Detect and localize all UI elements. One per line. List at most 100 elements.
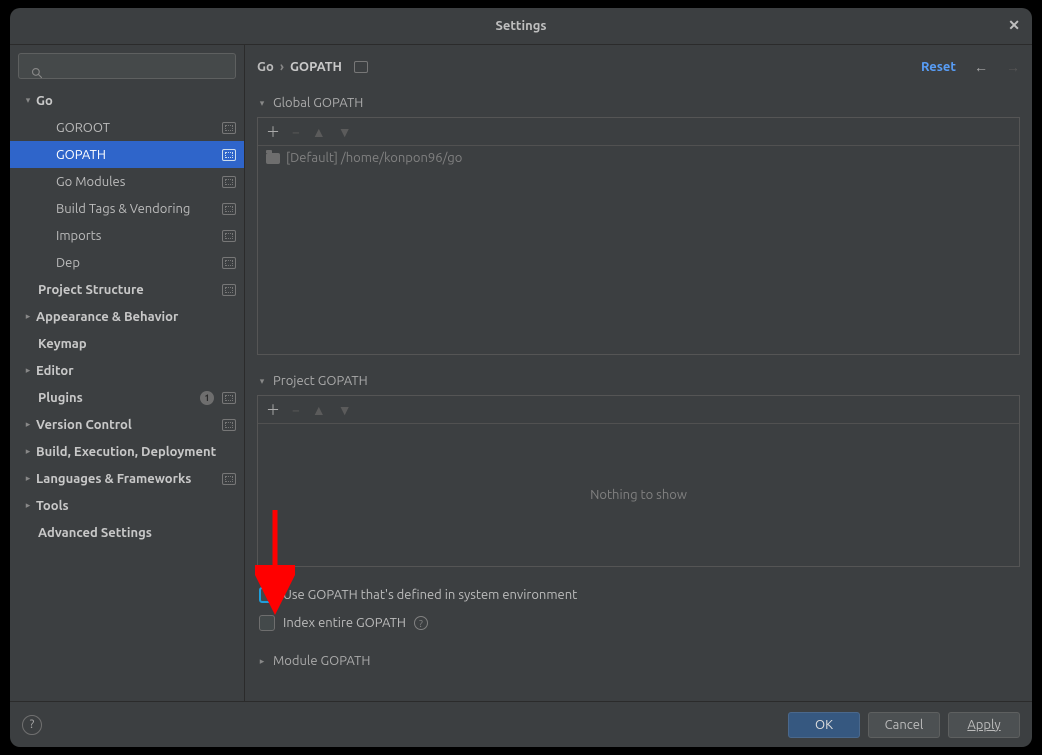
back-icon[interactable]: ← bbox=[974, 59, 988, 75]
project-scope-icon bbox=[354, 61, 368, 73]
tree-item-version-control[interactable]: ▸ Version Control bbox=[10, 411, 244, 438]
section-global-gopath: ▾ Global GOPATH ＋ − ▲ ▼ bbox=[257, 89, 1020, 355]
tree-item-tools[interactable]: ▸ Tools bbox=[10, 492, 244, 519]
project-scope-icon bbox=[222, 230, 236, 242]
tree-label: Version Control bbox=[36, 418, 218, 432]
up-icon: ▲ bbox=[312, 403, 326, 417]
section-title: Global GOPATH bbox=[273, 96, 363, 110]
tree-item-goroot[interactable]: GOROOT bbox=[10, 114, 244, 141]
tree-item-plugins[interactable]: Plugins 1 bbox=[10, 384, 244, 411]
chevron-right-icon: ▸ bbox=[20, 500, 36, 511]
empty-text: Nothing to show bbox=[258, 424, 1019, 566]
forward-icon: → bbox=[1006, 59, 1020, 75]
up-icon: ▲ bbox=[312, 125, 326, 139]
tree-label: Dep bbox=[56, 256, 218, 270]
tree-label: Build Tags & Vendoring bbox=[56, 202, 218, 216]
window-title: Settings bbox=[495, 19, 546, 33]
section-title: Project GOPATH bbox=[273, 374, 368, 388]
checkbox-row-index-entire[interactable]: Index entire GOPATH ? bbox=[257, 611, 1020, 635]
tree-item-build[interactable]: ▸ Build, Execution, Deployment bbox=[10, 438, 244, 465]
project-scope-icon bbox=[222, 473, 236, 485]
project-scope-icon bbox=[222, 257, 236, 269]
tree-item-go[interactable]: ▾ Go bbox=[10, 87, 244, 114]
global-gopath-list: ＋ − ▲ ▼ [Default] /home/konpon96/go bbox=[257, 117, 1020, 355]
project-scope-icon bbox=[222, 392, 236, 404]
checkbox-use-system[interactable] bbox=[259, 587, 275, 603]
section-title: Module GOPATH bbox=[273, 654, 370, 668]
tree-item-advanced[interactable]: Advanced Settings bbox=[10, 519, 244, 546]
breadcrumb-current: GOPATH bbox=[290, 60, 342, 74]
tree-label: Editor bbox=[36, 364, 236, 378]
add-icon[interactable]: ＋ bbox=[266, 125, 280, 139]
help-button[interactable]: ? bbox=[22, 715, 42, 735]
down-icon: ▼ bbox=[338, 403, 352, 417]
reset-link[interactable]: Reset bbox=[921, 60, 956, 74]
section-header-project[interactable]: ▾ Project GOPATH bbox=[257, 367, 1020, 395]
apply-button[interactable]: Apply bbox=[948, 712, 1020, 738]
tree-item-imports[interactable]: Imports bbox=[10, 222, 244, 249]
tree-item-languages[interactable]: ▸ Languages & Frameworks bbox=[10, 465, 244, 492]
tree-label: Tools bbox=[36, 499, 236, 513]
chevron-right-icon: ▸ bbox=[20, 419, 36, 430]
checkbox-index-entire[interactable] bbox=[259, 615, 275, 631]
project-scope-icon bbox=[222, 176, 236, 188]
list-contents: Nothing to show bbox=[258, 424, 1019, 566]
dialog-footer: ? OK Cancel Apply bbox=[10, 701, 1032, 747]
ok-button[interactable]: OK bbox=[788, 712, 860, 738]
add-icon[interactable]: ＋ bbox=[266, 403, 280, 417]
checkbox-label: Use GOPATH that's defined in system envi… bbox=[283, 588, 577, 602]
breadcrumb: Go › GOPATH Reset ← → bbox=[245, 45, 1032, 89]
remove-icon: − bbox=[292, 403, 300, 417]
tree-label: Build, Execution, Deployment bbox=[36, 445, 236, 459]
chevron-right-icon: › bbox=[280, 60, 284, 74]
list-item-label: [Default] /home/konpon96/go bbox=[286, 151, 462, 165]
chevron-right-icon: ▸ bbox=[20, 473, 36, 484]
tree-label: Go bbox=[36, 94, 236, 108]
list-toolbar: ＋ − ▲ ▼ bbox=[258, 396, 1019, 424]
tree-label: GOROOT bbox=[56, 121, 218, 135]
chevron-down-icon: ▾ bbox=[257, 98, 267, 109]
tree-label: Go Modules bbox=[56, 175, 218, 189]
chevron-right-icon: ▸ bbox=[20, 446, 36, 457]
tree-item-go-modules[interactable]: Go Modules bbox=[10, 168, 244, 195]
project-scope-icon bbox=[222, 203, 236, 215]
down-icon: ▼ bbox=[338, 125, 352, 139]
tree-item-editor[interactable]: ▸ Editor bbox=[10, 357, 244, 384]
list-item[interactable]: [Default] /home/konpon96/go bbox=[258, 146, 1019, 170]
folder-icon bbox=[266, 153, 280, 164]
chevron-down-icon: ▾ bbox=[20, 95, 36, 106]
checkbox-row-use-system[interactable]: Use GOPATH that's defined in system envi… bbox=[257, 583, 1020, 607]
chevron-right-icon: ▸ bbox=[20, 311, 36, 322]
main-panel: Go › GOPATH Reset ← → ▾ Global GOPATH bbox=[245, 45, 1032, 701]
close-icon[interactable]: ✕ bbox=[1008, 17, 1020, 34]
tree-item-dep[interactable]: Dep bbox=[10, 249, 244, 276]
content-area: ▾ Global GOPATH ＋ − ▲ ▼ bbox=[245, 89, 1032, 701]
project-scope-icon bbox=[222, 419, 236, 431]
tree-item-appearance[interactable]: ▸ Appearance & Behavior bbox=[10, 303, 244, 330]
tree-label: Keymap bbox=[38, 337, 236, 351]
help-icon[interactable]: ? bbox=[414, 616, 428, 630]
section-module-gopath: ▸ Module GOPATH bbox=[257, 647, 1020, 675]
breadcrumb-root[interactable]: Go bbox=[257, 60, 274, 74]
tree-item-keymap[interactable]: Keymap bbox=[10, 330, 244, 357]
search-input[interactable] bbox=[18, 53, 236, 79]
list-contents: [Default] /home/konpon96/go bbox=[258, 146, 1019, 354]
tree-item-project-structure[interactable]: Project Structure bbox=[10, 276, 244, 303]
cancel-button[interactable]: Cancel bbox=[868, 712, 940, 738]
project-gopath-list: ＋ − ▲ ▼ Nothing to show bbox=[257, 395, 1020, 567]
settings-tree: ▾ Go GOROOT GOPATH Go Modules Build Tags… bbox=[10, 87, 244, 701]
tree-item-gopath[interactable]: GOPATH bbox=[10, 141, 244, 168]
checkbox-group: Use GOPATH that's defined in system envi… bbox=[257, 583, 1020, 635]
chevron-right-icon: ▸ bbox=[20, 365, 36, 376]
section-header-module[interactable]: ▸ Module GOPATH bbox=[257, 647, 1020, 675]
project-scope-icon bbox=[222, 122, 236, 134]
chevron-right-icon: ▸ bbox=[257, 656, 267, 667]
tree-label: Plugins bbox=[38, 391, 200, 405]
section-project-gopath: ▾ Project GOPATH ＋ − ▲ ▼ Nothing to show bbox=[257, 367, 1020, 567]
tree-item-build-tags[interactable]: Build Tags & Vendoring bbox=[10, 195, 244, 222]
tree-label: Project Structure bbox=[38, 283, 218, 297]
project-scope-icon bbox=[222, 284, 236, 296]
remove-icon: − bbox=[292, 125, 300, 139]
section-header-global[interactable]: ▾ Global GOPATH bbox=[257, 89, 1020, 117]
list-toolbar: ＋ − ▲ ▼ bbox=[258, 118, 1019, 146]
